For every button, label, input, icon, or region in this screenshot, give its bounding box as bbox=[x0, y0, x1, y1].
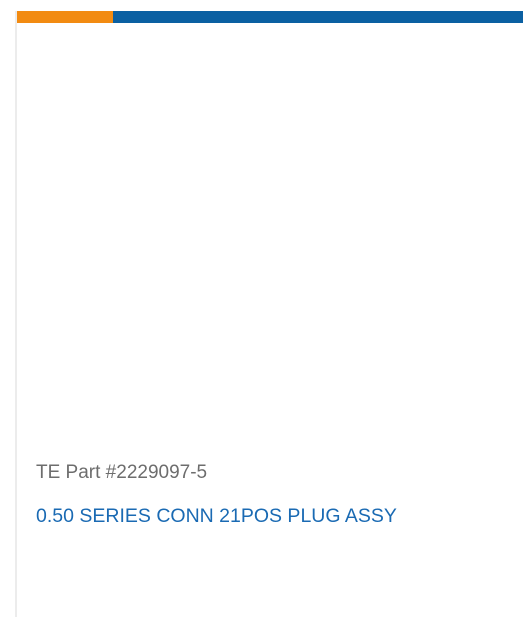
product-title-link[interactable]: 0.50 SERIES CONN 21POS PLUG ASSY bbox=[36, 505, 397, 528]
product-image-area[interactable] bbox=[17, 23, 523, 443]
card-accent-bar bbox=[17, 11, 523, 23]
accent-bar-orange bbox=[17, 11, 113, 23]
accent-bar-blue bbox=[113, 11, 523, 23]
page: TE Part #2229097-5 0.50 SERIES CONN 21PO… bbox=[0, 0, 523, 617]
part-number: TE Part #2229097-5 bbox=[36, 462, 208, 483]
product-card[interactable]: TE Part #2229097-5 0.50 SERIES CONN 21PO… bbox=[17, 11, 523, 617]
